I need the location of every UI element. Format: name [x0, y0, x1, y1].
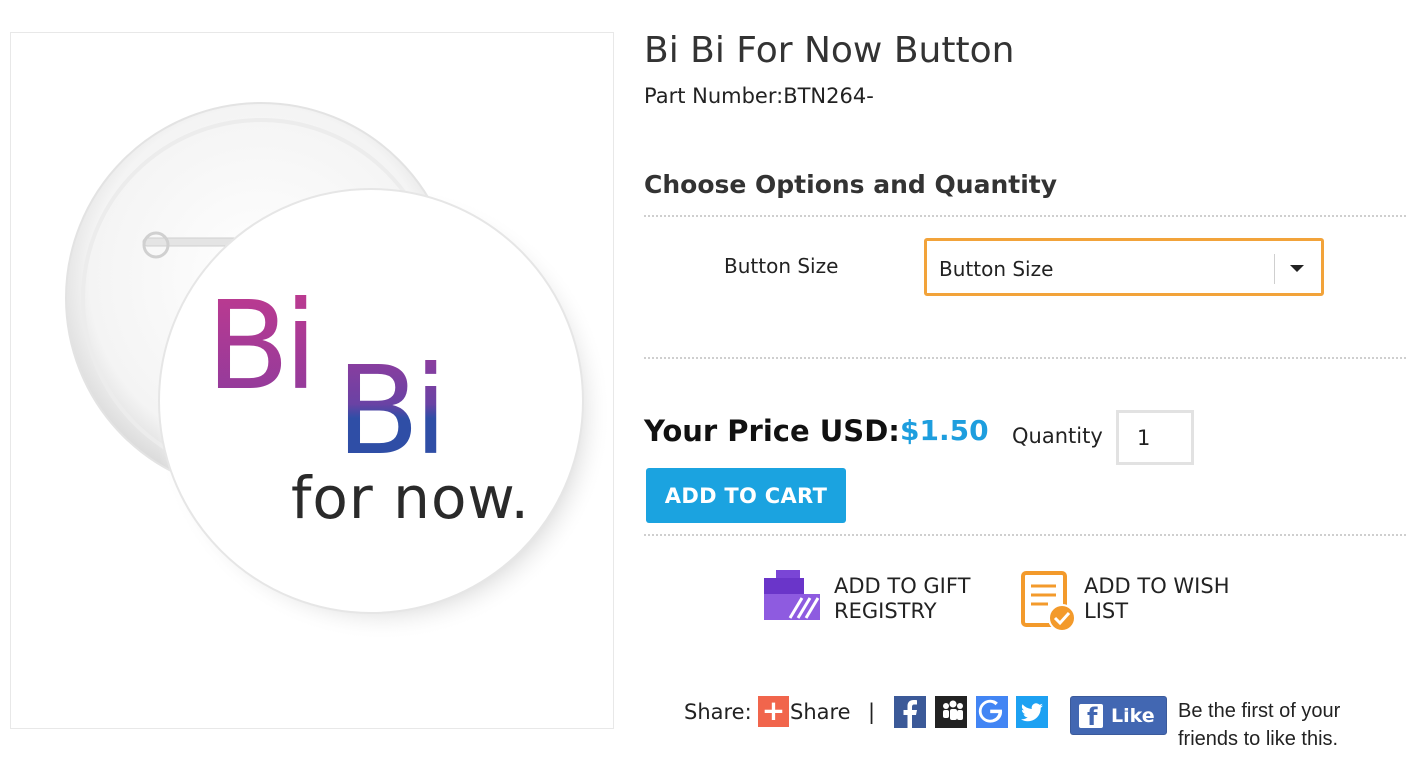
- select-separator: [1274, 254, 1275, 284]
- google-icon[interactable]: [976, 696, 1008, 728]
- divider: [644, 215, 1406, 217]
- options-heading: Choose Options and Quantity: [644, 170, 1058, 199]
- facebook-icon[interactable]: [894, 696, 926, 728]
- quantity-label: Quantity: [1012, 424, 1103, 448]
- plus-icon: +: [758, 696, 789, 727]
- facebook-like-button[interactable]: f Like: [1070, 696, 1167, 735]
- like-note: Be the first of your friends to like thi…: [1178, 700, 1341, 750]
- image-text-for-now: for now.: [291, 464, 530, 532]
- gift-registry-label-line2: REGISTRY: [834, 599, 937, 623]
- facebook-logo-icon: f: [1079, 703, 1103, 731]
- quantity-input[interactable]: [1116, 410, 1194, 465]
- button-size-selected-value: Button Size: [939, 257, 1054, 281]
- price-label: Your Price USD:: [644, 414, 900, 448]
- gift-registry-icon: [764, 570, 820, 620]
- button-illustration: Bi Bi for now.: [65, 102, 611, 641]
- share-label: Share:: [684, 700, 752, 724]
- button-size-label: Button Size: [724, 254, 839, 278]
- wish-list-label-line2: LIST: [1084, 599, 1129, 623]
- twitter-icon[interactable]: [1016, 696, 1048, 728]
- wish-list-label-line1: ADD TO WISH: [1084, 574, 1230, 598]
- like-button-label: Like: [1111, 705, 1155, 727]
- add-to-cart-button[interactable]: ADD TO CART: [646, 468, 846, 523]
- divider: [644, 357, 1406, 359]
- chevron-down-icon: [1290, 265, 1304, 272]
- share-separator: |: [868, 700, 876, 724]
- product-image: Bi Bi for now.: [10, 32, 614, 729]
- price-value: $1.50: [900, 414, 989, 447]
- button-size-select[interactable]: Button Size: [924, 238, 1324, 296]
- image-text-bi-1: Bi: [206, 275, 312, 417]
- share-button-label: Share: [790, 700, 851, 724]
- add-to-wish-list-link[interactable]: ADD TO WISH LIST: [1020, 566, 1260, 636]
- add-to-gift-registry-link[interactable]: ADD TO GIFT REGISTRY: [762, 566, 1002, 636]
- wish-list-icon: [1021, 571, 1076, 632]
- product-title: Bi Bi For Now Button: [644, 30, 1015, 71]
- myspace-icon[interactable]: [935, 696, 967, 728]
- image-text-bi-2: Bi: [336, 340, 442, 482]
- share-button[interactable]: + Share: [758, 696, 858, 728]
- divider: [644, 534, 1406, 536]
- gift-registry-label-line1: ADD TO GIFT: [834, 574, 971, 598]
- part-number: Part Number:BTN264-: [644, 84, 874, 108]
